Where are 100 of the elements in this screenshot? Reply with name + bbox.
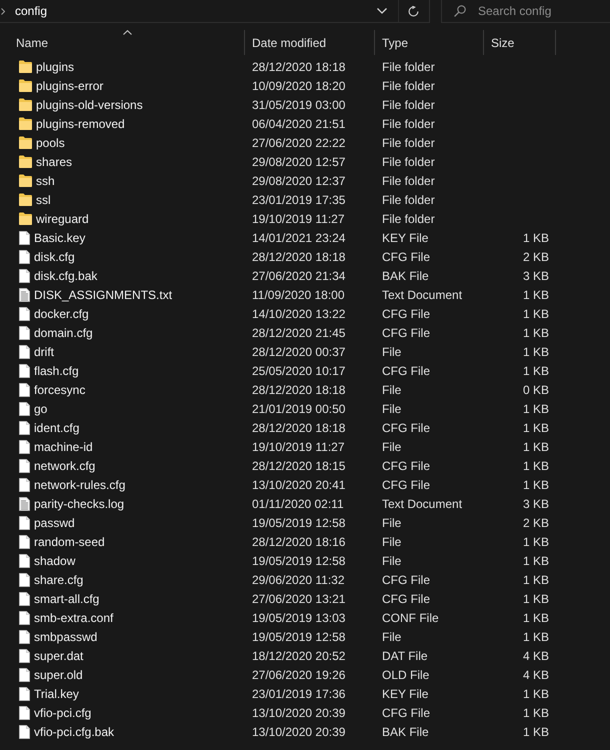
file-name[interactable]: shadow xyxy=(34,554,76,568)
column-header[interactable]: Type xyxy=(375,30,484,55)
file-name[interactable]: parity-checks.log xyxy=(34,496,124,510)
file-name[interactable]: share.cfg xyxy=(34,572,84,586)
type-cell-text: Text Document xyxy=(381,496,464,510)
folder-icon xyxy=(19,174,32,187)
column-header[interactable]: Size xyxy=(484,30,556,55)
size-cell-text: 1 KB xyxy=(522,610,550,624)
file-name[interactable]: plugins xyxy=(36,60,74,74)
file-name[interactable]: DISK_ASSIGNMENTS.txt xyxy=(34,288,172,302)
file-name[interactable]: shares xyxy=(36,154,72,168)
type-cell-text: File xyxy=(381,534,402,548)
type-cell-text: CONF File xyxy=(381,610,440,624)
type-cell-text: File xyxy=(381,344,402,358)
file-icon xyxy=(19,250,30,264)
file-name[interactable]: random-seed xyxy=(34,534,105,548)
size-cell-text: 0 KB xyxy=(522,382,550,396)
file-name[interactable]: smb-extra.conf xyxy=(34,610,114,624)
file-name[interactable]: Basic.key xyxy=(34,230,86,244)
type-cell-text: File xyxy=(381,382,402,396)
type-cell-text: File folder xyxy=(381,192,436,206)
file-name[interactable]: super.old xyxy=(34,668,83,682)
file-name[interactable]: disk.cfg.bak xyxy=(34,268,98,282)
file-name[interactable]: plugins-old-versions xyxy=(36,98,143,112)
file-name[interactable]: machine-id xyxy=(34,440,93,454)
type-cell-text: Text Document xyxy=(381,288,464,302)
search-icon xyxy=(454,5,466,17)
folder-icon xyxy=(19,212,32,225)
file-name[interactable]: pools xyxy=(36,136,65,150)
date-cell-text: 23/01/2019 17:35 xyxy=(251,192,346,206)
file-icon xyxy=(19,648,30,662)
type-cell-text: BAK File xyxy=(381,268,430,282)
size-cell-text: 1 KB xyxy=(522,288,550,302)
refresh-icon[interactable] xyxy=(408,6,419,16)
file-icon xyxy=(19,402,30,416)
date-cell-text: 28/12/2020 21:45 xyxy=(251,326,346,340)
size-cell-text: 1 KB xyxy=(522,326,550,340)
type-cell-text: File xyxy=(381,440,402,454)
sort-ascending-icon xyxy=(123,30,132,35)
file-name[interactable]: smart-all.cfg xyxy=(34,592,100,606)
file-name[interactable]: ident.cfg xyxy=(34,420,80,434)
date-cell-text: 23/01/2019 17:36 xyxy=(251,686,346,700)
search-field[interactable]: Search config xyxy=(441,0,610,23)
date-cell-text: 29/08/2020 12:57 xyxy=(251,154,346,168)
file-name[interactable]: Trial.key xyxy=(34,686,79,700)
file-icon xyxy=(19,344,30,358)
file-icon xyxy=(19,458,30,472)
file-name[interactable]: plugins-error xyxy=(36,78,104,92)
type-cell-text: CFG File xyxy=(381,420,431,434)
file-icon xyxy=(19,516,30,530)
folder-icon xyxy=(19,117,32,130)
size-cell-text: 2 KB xyxy=(522,516,550,530)
date-cell-text: 29/06/2020 11:32 xyxy=(251,572,346,586)
type-cell-text: CFG File xyxy=(381,306,431,320)
file-name[interactable]: forcesync xyxy=(34,382,86,396)
size-cell-text: 3 KB xyxy=(522,268,550,282)
size-cell-text: 4 KB xyxy=(522,648,550,662)
size-cell-text: 1 KB xyxy=(522,592,550,606)
file-name[interactable]: docker.cfg xyxy=(34,306,89,320)
file-name[interactable]: smbpasswd xyxy=(34,630,98,644)
size-cell-text: 1 KB xyxy=(522,630,550,644)
file-name[interactable]: network-rules.cfg xyxy=(34,478,126,492)
file-name[interactable]: network.cfg xyxy=(34,458,96,472)
type-cell-text: CFG File xyxy=(381,478,431,492)
column-header[interactable]: Name xyxy=(0,30,245,55)
file-name[interactable]: vfio-pci.cfg xyxy=(34,706,92,720)
size-cell-text: 3 KB xyxy=(522,496,550,510)
file-name[interactable]: super.dat xyxy=(34,648,84,662)
date-cell-text: 28/12/2020 18:16 xyxy=(251,534,346,548)
file-icon xyxy=(19,534,30,548)
size-cell-text: 1 KB xyxy=(522,364,550,378)
file-name[interactable]: ssh xyxy=(36,174,55,188)
file-name[interactable]: wireguard xyxy=(36,212,89,226)
type-cell-text: CFG File xyxy=(381,250,431,264)
date-cell-text: 28/12/2020 18:15 xyxy=(251,458,346,472)
date-cell-text: 18/12/2020 20:52 xyxy=(251,648,346,662)
column-header[interactable]: Date modified xyxy=(245,30,375,55)
date-cell-text: 21/01/2019 00:50 xyxy=(251,402,346,416)
file-name[interactable]: drift xyxy=(34,344,54,358)
date-cell-text: 14/01/2021 23:24 xyxy=(251,230,346,244)
file-name[interactable]: flash.cfg xyxy=(34,364,79,378)
file-name[interactable]: go xyxy=(34,402,48,416)
path-segment[interactable]: config xyxy=(15,4,48,18)
file-name[interactable]: passwd xyxy=(34,516,75,530)
date-cell-text: 28/12/2020 18:18 xyxy=(251,382,346,396)
file-icon xyxy=(19,630,30,644)
size-cell-text: 1 KB xyxy=(522,420,550,434)
file-icon xyxy=(19,572,30,586)
address-bar[interactable]: config xyxy=(0,0,430,23)
chevron-down-icon[interactable] xyxy=(377,8,387,14)
file-name[interactable]: disk.cfg xyxy=(34,250,75,264)
file-name[interactable]: plugins-removed xyxy=(36,116,125,130)
file-icon xyxy=(19,268,30,282)
file-name[interactable]: vfio-pci.cfg.bak xyxy=(34,724,114,738)
size-cell-text: 1 KB xyxy=(522,478,550,492)
file-name[interactable]: ssl xyxy=(36,192,51,206)
file-name[interactable]: domain.cfg xyxy=(34,326,93,340)
date-cell-text: 19/05/2019 12:58 xyxy=(251,554,346,568)
file-icon xyxy=(19,230,30,244)
size-cell-text: 1 KB xyxy=(522,724,550,738)
